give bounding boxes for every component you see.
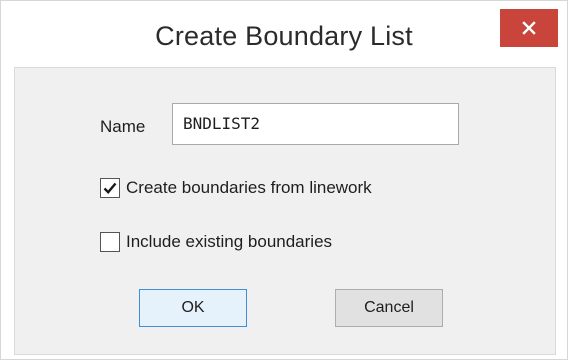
name-input[interactable]: BNDLIST2: [172, 103, 459, 145]
name-label: Name: [100, 117, 146, 136]
include-existing-checkbox[interactable]: [100, 232, 120, 252]
create-boundaries-checkbox-row[interactable]: Create boundaries from linework: [100, 178, 372, 198]
title-bar[interactable]: Create Boundary List: [1, 1, 567, 67]
dialog-body: Name BNDLIST2 Create boundaries from lin…: [14, 67, 556, 355]
create-boundaries-checkbox[interactable]: [100, 178, 120, 198]
include-existing-checkbox-row[interactable]: Include existing boundaries: [100, 232, 332, 252]
create-boundary-list-dialog: Create Boundary List Name BNDLIST2 Creat…: [0, 0, 568, 360]
cancel-button[interactable]: Cancel: [335, 289, 443, 327]
create-boundaries-label: Create boundaries from linework: [126, 178, 372, 197]
dialog-title: Create Boundary List: [155, 21, 413, 51]
close-button[interactable]: [500, 9, 558, 47]
checkmark-icon: [103, 182, 117, 194]
include-existing-label: Include existing boundaries: [126, 232, 333, 251]
ok-button[interactable]: OK: [139, 289, 247, 327]
close-icon: [522, 21, 536, 35]
